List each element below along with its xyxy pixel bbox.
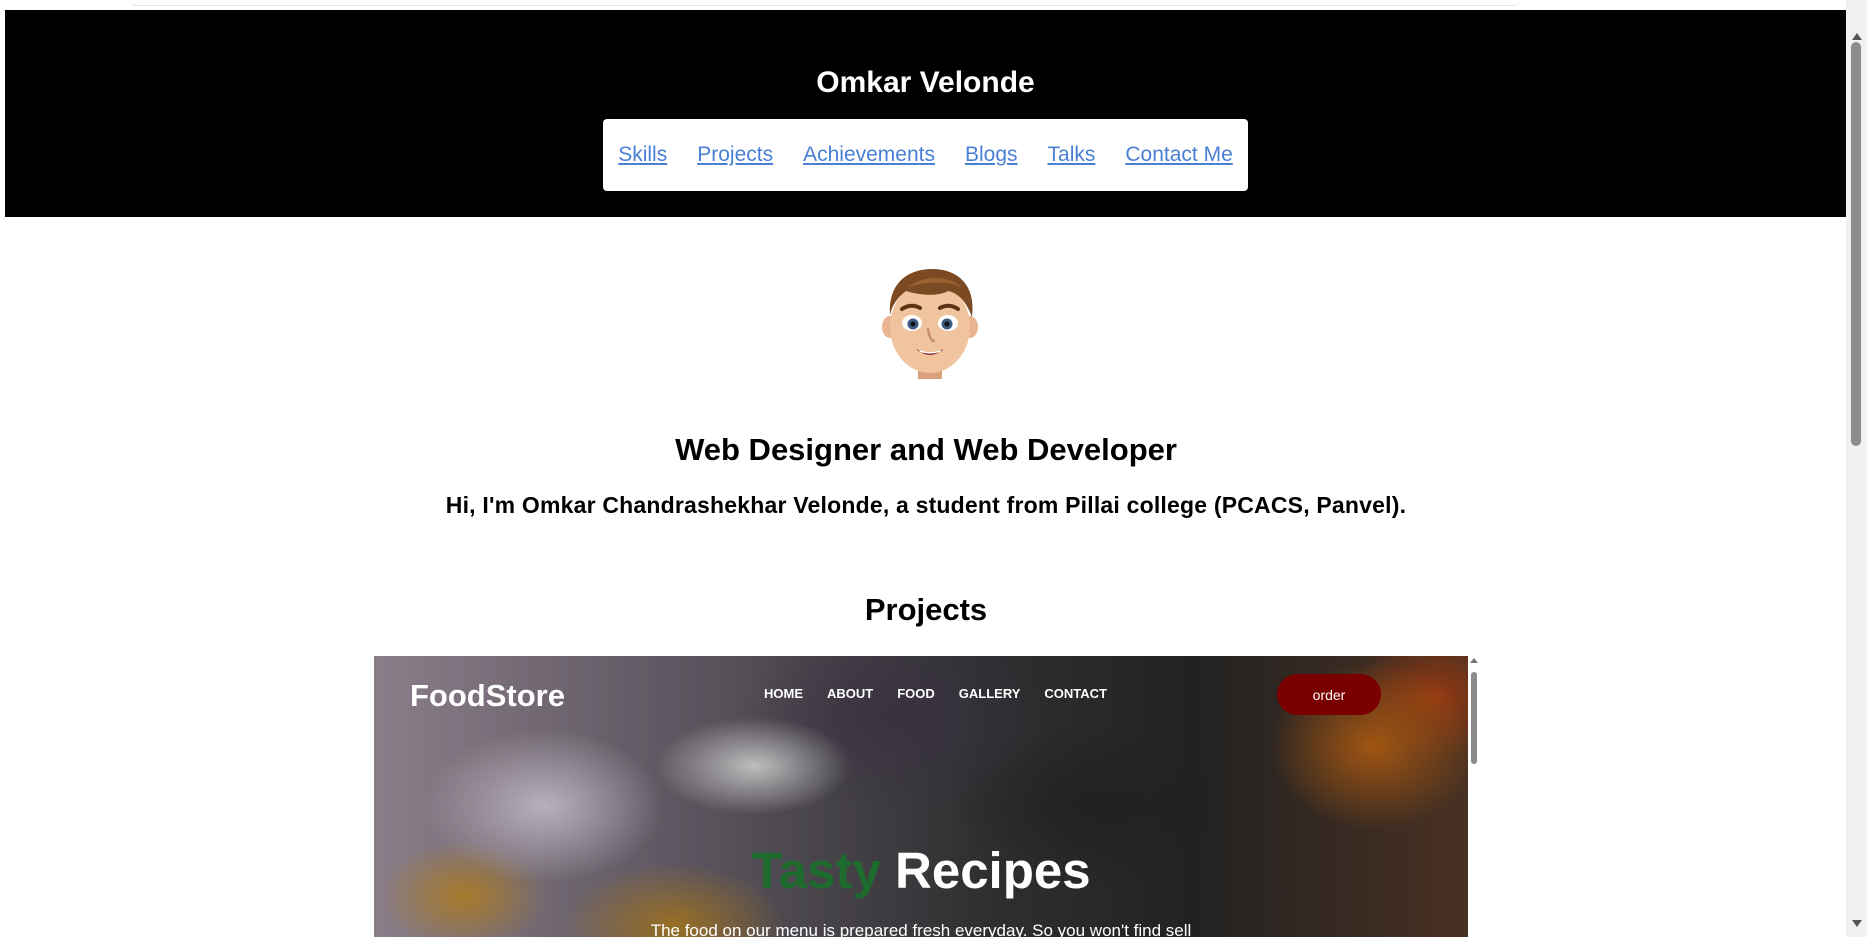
nav-link-contact-me[interactable]: Contact Me (1125, 143, 1232, 167)
memoji-avatar-icon (882, 269, 978, 379)
nav-link-projects[interactable]: Projects (697, 143, 773, 167)
foodstore-nav: HOME ABOUT FOOD GALLERY CONTACT (764, 686, 1107, 701)
foodstore-nav-gallery[interactable]: GALLERY (959, 686, 1021, 701)
site-header: Omkar Velonde Skills Projects Achievemen… (5, 10, 1846, 217)
preview-scrollbar[interactable] (1468, 656, 1480, 937)
scroll-up-arrow-icon[interactable] (1852, 33, 1862, 40)
main-nav: Skills Projects Achievements Blogs Talks… (603, 119, 1248, 191)
hero-heading: Tasty Recipes (374, 841, 1468, 900)
foodstore-logo[interactable]: FoodStore (410, 678, 565, 714)
preview-scroll-thumb[interactable] (1471, 672, 1477, 764)
page-scrollbar[interactable] (1846, 0, 1867, 937)
site-title: Omkar Velonde (816, 66, 1035, 99)
intro-text: Hi, I'm Omkar Chandrashekhar Velonde, a … (445, 492, 1407, 518)
foodstore-nav-contact[interactable]: CONTACT (1044, 686, 1107, 701)
top-edge (130, 0, 1520, 6)
preview-scroll-up-icon[interactable] (1470, 658, 1478, 663)
scroll-down-arrow-icon[interactable] (1852, 920, 1862, 927)
nav-link-achievements[interactable]: Achievements (803, 143, 935, 167)
hero-word-recipes: Recipes (895, 842, 1091, 899)
role-heading: Web Designer and Web Developer (675, 432, 1177, 467)
foodstore-nav-food[interactable]: FOOD (897, 686, 935, 701)
foodstore-nav-about[interactable]: ABOUT (827, 686, 873, 701)
nav-link-blogs[interactable]: Blogs (965, 143, 1018, 167)
project-preview-frame[interactable]: FoodStore HOME ABOUT FOOD GALLERY CONTAC… (374, 656, 1480, 937)
projects-heading: Projects (864, 592, 988, 627)
scroll-thumb[interactable] (1851, 42, 1861, 446)
foodstore-nav-home[interactable]: HOME (764, 686, 803, 701)
hero-subtitle: The food on our menu is prepared fresh e… (650, 921, 1192, 937)
hero-word-tasty: Tasty (751, 842, 881, 899)
nav-link-skills[interactable]: Skills (618, 143, 667, 167)
nav-link-talks[interactable]: Talks (1048, 143, 1096, 167)
portfolio-page: Omkar Velonde Skills Projects Achievemen… (0, 0, 1867, 937)
order-button[interactable]: order (1277, 674, 1381, 715)
